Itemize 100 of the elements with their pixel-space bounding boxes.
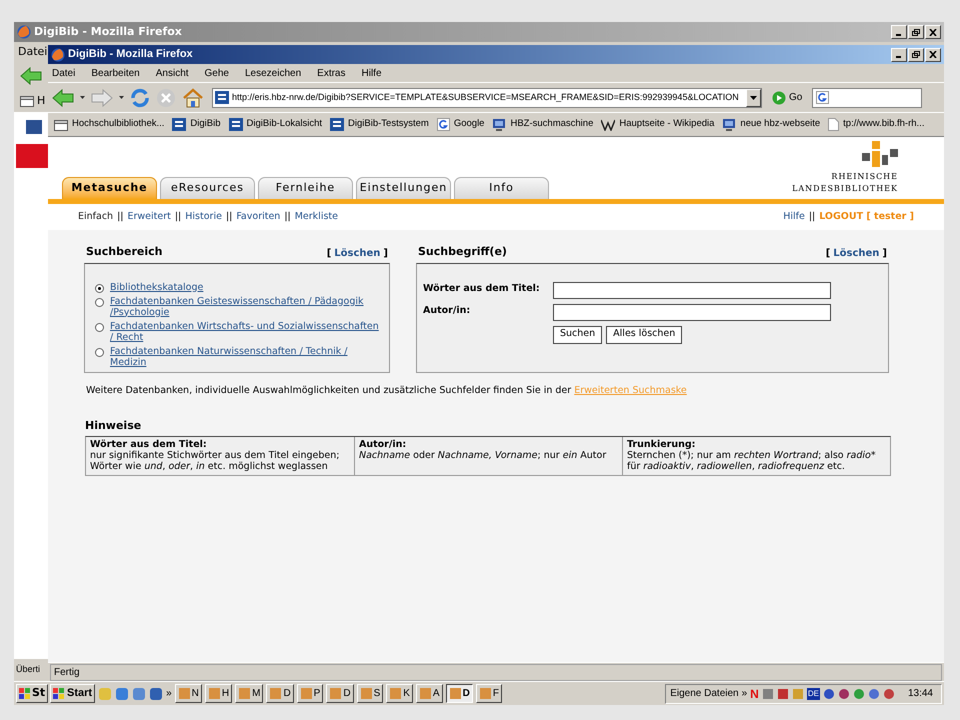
search-field[interactable]: [812, 88, 922, 108]
nav-tab[interactable]: Fernleihe: [258, 177, 353, 199]
bookmark-item[interactable]: Hauptseite - Wikipedia: [601, 117, 714, 132]
hint-text: Sternchen (*); nur am rechten Wortrand; also radio* für radioaktiv, radiowellen, radiofrequenz etc.: [627, 450, 877, 472]
windows-logo-icon: [53, 688, 65, 700]
clear-link[interactable]: Löschen: [833, 246, 880, 260]
clear-all-button[interactable]: Alles löschen: [606, 326, 682, 344]
logo-text: RHEINISCHE: [831, 171, 898, 183]
back-arrow-icon[interactable]: [52, 88, 74, 106]
tray-icon[interactable]: [776, 688, 789, 700]
bookmark-item[interactable]: neue hbz-webseite: [722, 117, 820, 132]
text-input[interactable]: [553, 304, 831, 320]
quick-launch-icon[interactable]: [132, 686, 146, 700]
task-button[interactable]: F: [476, 684, 502, 703]
language-indicator[interactable]: DE: [806, 688, 820, 700]
task-button[interactable]: N: [174, 684, 202, 703]
subnav-link[interactable]: Merkliste: [294, 210, 338, 224]
address-field[interactable]: http://eris.hbz-nrw.de/Digibib?SERVICE=TEMPLATE&SUBSERVICE=MSEARCH_FRAME&SID=ERIS:992939945&LOCATION: [212, 88, 762, 108]
tray-icon[interactable]: [822, 688, 835, 700]
tray-icon[interactable]: [868, 688, 880, 700]
reload-icon[interactable]: [130, 88, 150, 108]
subnav-link[interactable]: Favoriten: [236, 210, 280, 224]
google-icon: [436, 118, 450, 131]
nav-tab[interactable]: Einstellungen: [356, 177, 451, 199]
close-button[interactable]: [925, 48, 941, 62]
app-icon: [389, 687, 402, 700]
task-button[interactable]: D: [326, 684, 354, 703]
database-link[interactable]: Fachdatenbanken Naturwissenschaften / Technik / Medizin: [110, 346, 380, 368]
menu-item[interactable]: Gehe: [204, 66, 229, 80]
task-button[interactable]: P: [296, 684, 324, 703]
banner-block: [16, 144, 48, 168]
nav-tab[interactable]: Info: [454, 177, 549, 199]
go-button[interactable]: Go: [772, 90, 802, 105]
radio-button[interactable]: [95, 322, 104, 332]
more-text[interactable]: »: [742, 686, 748, 701]
radio-button[interactable]: [95, 284, 104, 292]
site-icon: [215, 91, 229, 104]
menu-item[interactable]: Lesezeichen: [245, 66, 302, 80]
app-icon: [418, 687, 432, 700]
back-arrow-icon[interactable]: [20, 67, 42, 85]
toolbar-label[interactable]: Eigene Dateien: [670, 686, 739, 701]
search-button[interactable]: Suchen: [553, 326, 602, 344]
site-icon: [330, 118, 344, 131]
bookmark-item[interactable]: Hochschulbibliothek...: [54, 117, 164, 132]
tray-icon[interactable]: [882, 688, 895, 700]
bookmark-item[interactable]: DigiBib-Lokalsicht: [228, 117, 322, 132]
task-button[interactable]: M: [235, 684, 264, 703]
start-button[interactable]: Start: [50, 684, 96, 703]
task-button[interactable]: K: [386, 684, 413, 703]
menu-item[interactable]: Bearbeiten: [91, 66, 140, 80]
menu-item[interactable]: Ansicht: [156, 66, 189, 80]
nav-tab[interactable]: eResources: [160, 177, 255, 199]
task-button[interactable]: S: [356, 684, 384, 703]
bookmark-item[interactable]: tp://www.bib.fh-rh...: [828, 117, 924, 132]
nav-tab[interactable]: Metasuche: [62, 177, 157, 199]
menu-item[interactable]: Hilfe: [362, 66, 382, 80]
separator-text: ||: [117, 210, 124, 224]
tray-icon[interactable]: [838, 688, 850, 700]
restore-button[interactable]: [908, 48, 924, 62]
clear-link[interactable]: Löschen: [334, 246, 380, 260]
tray-icon[interactable]: [762, 688, 774, 700]
restore-button[interactable]: [908, 25, 924, 39]
section-title: Suchbegriff(e): [418, 244, 507, 260]
close-button[interactable]: [925, 25, 941, 39]
bookmark-item[interactable]: DigiBib-Testsystem: [330, 117, 429, 132]
menu-item[interactable]: Extras: [317, 66, 346, 80]
minimize-button[interactable]: [891, 48, 907, 62]
subnav-link[interactable]: Erweitert: [127, 210, 171, 224]
minimize-button[interactable]: [891, 25, 907, 39]
start-button[interactable]: St: [16, 684, 48, 703]
bookmark-item[interactable]: Google: [436, 117, 484, 132]
radio-button[interactable]: [95, 298, 104, 306]
help-link[interactable]: Hilfe: [783, 210, 805, 224]
bookmark-item[interactable]: HBZ-suchmaschine: [492, 117, 594, 132]
bookmark-item[interactable]: DigiBib: [172, 117, 221, 132]
more-text[interactable]: »: [166, 686, 172, 701]
app-icon: [208, 687, 221, 700]
radio-button[interactable]: [95, 348, 104, 356]
text-input[interactable]: [553, 282, 831, 298]
database-link[interactable]: Fachdatenbanken Wirtschafts- und Sozialwissenschaften / Recht: [110, 320, 380, 342]
dropdown-button[interactable]: [746, 88, 761, 106]
dropdown-arrow-icon[interactable]: [119, 96, 124, 99]
hint-text: Nachname oder Nachname, Vorname; nur ein Autor: [359, 450, 608, 461]
subnav-link[interactable]: Einfach: [78, 210, 114, 224]
task-button[interactable]: D: [266, 684, 294, 703]
task-button[interactable]: D: [446, 684, 473, 703]
dropdown-arrow-icon[interactable]: [80, 96, 85, 99]
menu-item[interactable]: Datei: [52, 66, 76, 80]
task-button[interactable]: A: [416, 684, 443, 703]
bookmark-label[interactable]: H: [37, 92, 46, 110]
database-link[interactable]: Fachdatenbanken Geisteswissenschaften / Pädagogik /Psychologie: [110, 296, 380, 318]
quick-launch-icon[interactable]: [149, 686, 164, 700]
quick-launch-icon[interactable]: [115, 686, 130, 700]
subnav-link[interactable]: Historie: [185, 210, 222, 224]
home-icon[interactable]: [182, 88, 204, 108]
separator-text: ||: [226, 210, 232, 224]
database-link[interactable]: Bibliothekskataloge: [110, 282, 380, 292]
task-button[interactable]: H: [204, 684, 232, 703]
menu-item[interactable]: Datei: [18, 44, 48, 60]
monitor-icon: [722, 118, 736, 131]
